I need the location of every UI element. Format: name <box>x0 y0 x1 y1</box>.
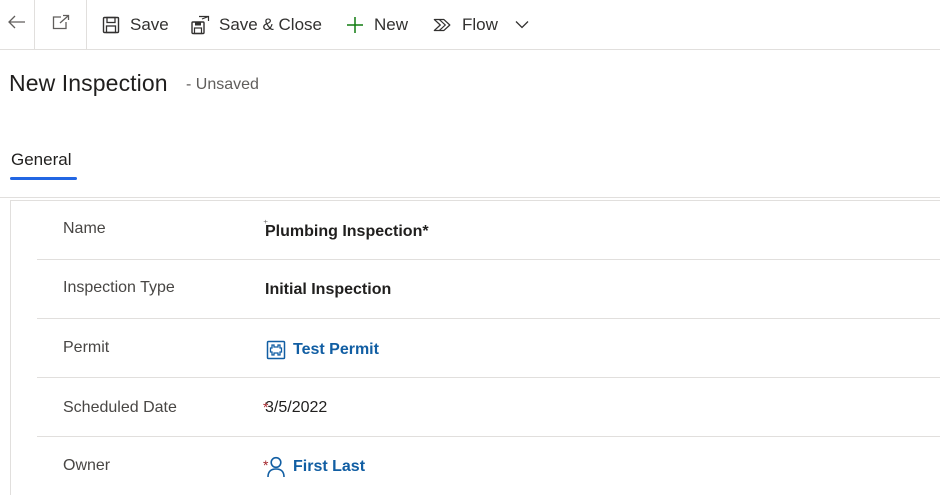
command-bar: Save Save & Close New Flow <box>0 0 940 50</box>
back-arrow-icon <box>8 15 26 34</box>
permit-lookup[interactable]: Test Permit <box>265 339 379 361</box>
chevron-down-icon <box>515 16 529 34</box>
permit-label: Permit <box>63 339 110 356</box>
owner-lookup[interactable]: First Last <box>265 456 365 478</box>
owner-label: Owner <box>63 457 111 474</box>
inspection-type-label: Inspection Type <box>63 279 175 296</box>
plus-icon <box>345 15 365 35</box>
popout-icon <box>52 14 70 35</box>
save-close-icon <box>190 15 210 35</box>
flow-icon <box>433 15 453 35</box>
new-button[interactable]: New <box>345 0 408 49</box>
inspection-type-select[interactable]: Initial Inspection <box>265 281 391 299</box>
person-icon <box>265 456 287 478</box>
owner-value[interactable]: First Last <box>293 458 365 476</box>
popout-button[interactable] <box>35 0 87 49</box>
save-status: - Unsaved <box>186 76 259 93</box>
new-label: New <box>374 14 409 34</box>
name-label: Name <box>63 220 106 237</box>
field-permit: Permit Test Permit <box>37 319 940 378</box>
tab-general[interactable]: General <box>11 150 71 170</box>
active-tab-indicator <box>10 177 77 180</box>
page-title: New Inspection <box>9 70 168 96</box>
field-name: Name ⁺ Plumbing Inspection* <box>37 201 940 260</box>
field-scheduled-date: Scheduled Date * 3/5/2022 <box>37 378 940 437</box>
permit-value[interactable]: Test Permit <box>293 341 379 359</box>
scheduled-date-input[interactable]: 3/5/2022 <box>265 399 327 417</box>
save-icon <box>101 15 121 35</box>
flow-dropdown-button[interactable] <box>510 0 534 49</box>
general-section: Name ⁺ Plumbing Inspection* Inspection T… <box>10 200 940 495</box>
name-input[interactable]: Plumbing Inspection* <box>265 223 429 241</box>
save-and-close-button[interactable]: Save & Close <box>190 0 322 49</box>
field-owner: Owner * First Last <box>37 437 940 495</box>
flow-button[interactable]: Flow <box>433 0 498 49</box>
tabs-divider <box>0 197 940 198</box>
entity-record-icon <box>265 339 287 361</box>
save-label: Save <box>130 14 169 34</box>
scheduled-date-label: Scheduled Date <box>63 399 177 416</box>
back-button[interactable] <box>0 0 35 49</box>
save-button[interactable]: Save <box>101 0 169 49</box>
flow-label: Flow <box>462 14 498 34</box>
field-inspection-type: Inspection Type Initial Inspection <box>37 260 940 319</box>
save-close-label: Save & Close <box>219 14 322 34</box>
